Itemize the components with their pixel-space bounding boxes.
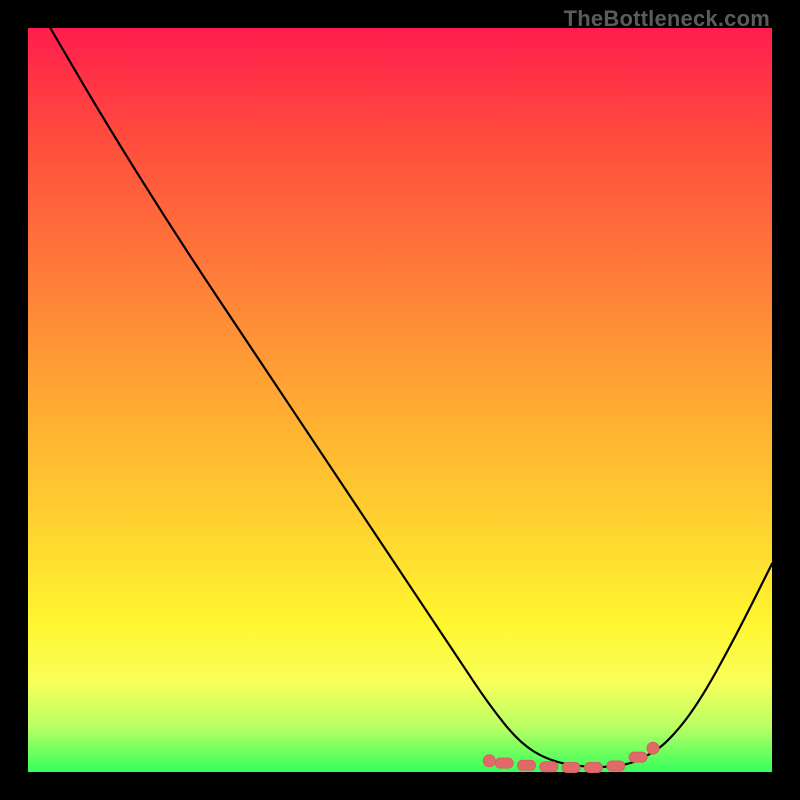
marker-pill: [495, 758, 513, 768]
marker-pill: [518, 760, 536, 770]
marker-pill: [562, 763, 580, 773]
chart-svg: [28, 28, 772, 772]
chart-frame: TheBottleneck.com: [0, 0, 800, 800]
marker-pill: [584, 763, 602, 773]
marker-dot: [647, 742, 659, 754]
bottleneck-curve: [50, 28, 772, 767]
marker-group: [483, 742, 659, 772]
marker-pill: [540, 762, 558, 772]
marker-pill: [629, 752, 647, 762]
plot-area: [28, 28, 772, 772]
marker-pill: [607, 761, 625, 771]
marker-dot: [483, 755, 495, 767]
